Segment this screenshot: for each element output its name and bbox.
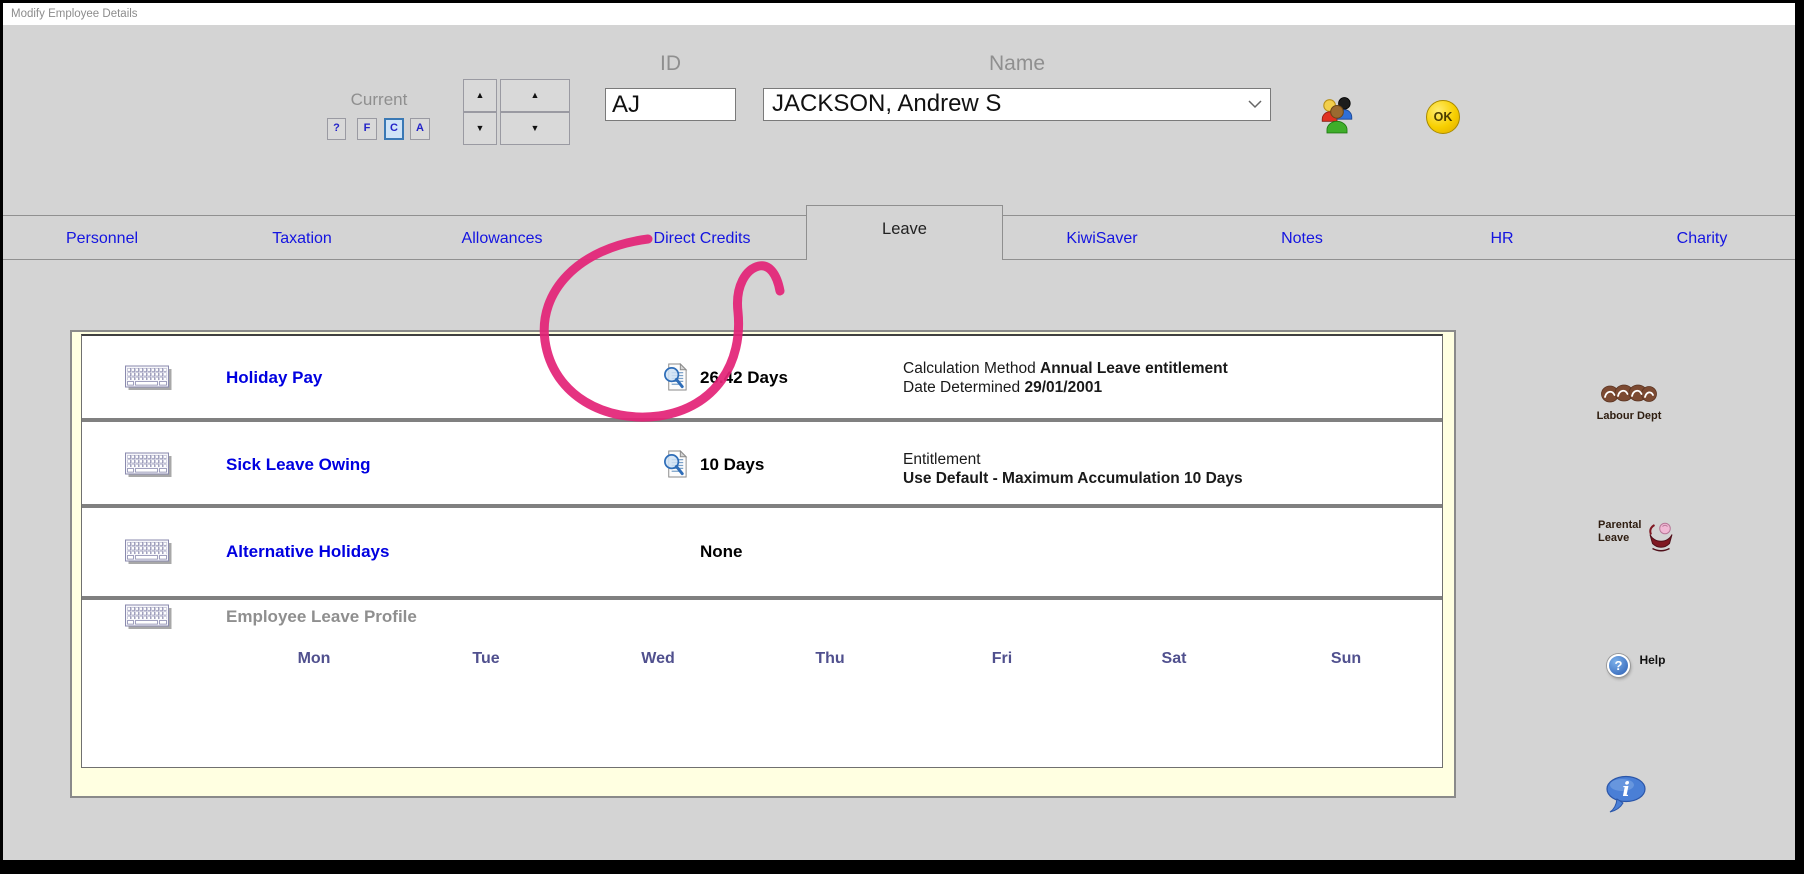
window-title: Modify Employee Details [11, 8, 138, 20]
tab-hr[interactable]: HR [1402, 222, 1602, 256]
labour-dept-button[interactable]: Labour Dept [1596, 384, 1662, 422]
row-divider [82, 504, 1442, 508]
id-label: ID [605, 52, 736, 76]
filter-a-button[interactable]: A [410, 118, 430, 140]
employee-group-icon[interactable] [1320, 96, 1354, 134]
record-page-down-button[interactable]: ▼ [500, 112, 570, 145]
tab-kiwisaver[interactable]: KiwiSaver [1002, 222, 1202, 256]
up-arrow-icon: ▲ [476, 90, 485, 100]
name-label: Name [763, 52, 1271, 76]
record-page-up-button[interactable]: ▲ [500, 79, 570, 112]
current-label: Current [347, 90, 411, 110]
keyboard-edit-icon[interactable] [124, 452, 173, 478]
day-header-tue: Tue [400, 650, 572, 668]
holiday-pay-detail: Calculation Method Annual Leave entitlem… [903, 359, 1228, 397]
window-titlebar: Modify Employee Details [3, 3, 1795, 25]
filter-unknown-button[interactable]: ? [327, 118, 346, 140]
date-determined-value: 29/01/2001 [1024, 379, 1102, 396]
ok-button[interactable]: OK [1426, 100, 1460, 134]
tab-leave-active[interactable]: Leave [806, 205, 1003, 260]
chevron-down-icon [1248, 100, 1262, 109]
calculation-method-value: Annual Leave entitlement [1040, 360, 1228, 377]
filter-f-button[interactable]: F [357, 118, 377, 140]
day-header-sun: Sun [1260, 650, 1432, 668]
name-combobox[interactable]: JACKSON, Andrew S [763, 88, 1271, 121]
help-label: Help [1639, 653, 1665, 667]
row-divider [82, 596, 1442, 600]
record-down-button[interactable]: ▼ [463, 112, 497, 145]
info-glyph: i [1622, 777, 1630, 801]
sick-leave-detail: Entitlement Use Default - Maximum Accumu… [903, 450, 1243, 488]
name-value: JACKSON, Andrew S [772, 90, 1001, 117]
day-header-mon: Mon [228, 650, 400, 668]
tab-taxation[interactable]: Taxation [202, 222, 402, 256]
magnifier-document-icon[interactable] [662, 450, 689, 479]
holiday-pay-link[interactable]: Holiday Pay [226, 368, 586, 388]
day-header-sat: Sat [1088, 650, 1260, 668]
alternative-holidays-link[interactable]: Alternative Holidays [226, 542, 586, 562]
help-button[interactable]: ? Help [1607, 653, 1665, 677]
parental-leave-label: Parental Leave [1598, 519, 1641, 545]
keyboard-edit-icon[interactable] [124, 365, 173, 391]
app-window: Modify Employee Details Current ? F C A … [0, 0, 1804, 874]
record-up-button[interactable]: ▲ [463, 79, 497, 112]
entitlement-label: Entitlement [903, 451, 981, 468]
week-day-headers: Mon Tue Wed Thu Fri Sat Sun [228, 650, 1432, 668]
tab-notes[interactable]: Notes [1202, 222, 1402, 256]
date-determined-label: Date Determined [903, 379, 1024, 396]
tab-charity[interactable]: Charity [1602, 222, 1802, 256]
filter-c-button[interactable]: C [384, 118, 404, 140]
labour-dept-koru-icon [1601, 384, 1657, 405]
entitlement-value: Use Default - Maximum Accumulation 10 Da… [903, 470, 1243, 487]
employee-leave-profile-label: Employee Leave Profile [226, 607, 417, 627]
keyboard-edit-icon[interactable] [124, 539, 173, 565]
up-arrow-icon: ▲ [531, 90, 540, 100]
id-input[interactable] [605, 88, 736, 121]
day-header-wed: Wed [572, 650, 744, 668]
sick-leave-link[interactable]: Sick Leave Owing [226, 455, 586, 475]
info-bubble-icon[interactable]: i [1604, 775, 1650, 817]
tab-allowances[interactable]: Allowances [402, 222, 602, 256]
parental-leave-button[interactable]: Parental Leave [1598, 519, 1674, 552]
cradle-icon [1648, 521, 1674, 552]
help-question-icon: ? [1607, 654, 1630, 677]
tab-direct-credits[interactable]: Direct Credits [602, 222, 802, 256]
labour-dept-label: Labour Dept [1596, 410, 1662, 422]
holiday-pay-value: 26.42 Days [700, 368, 788, 388]
calculation-method-label: Calculation Method [903, 360, 1040, 377]
alternative-holidays-value: None [700, 542, 743, 562]
magnifier-document-icon[interactable] [662, 363, 689, 392]
day-header-thu: Thu [744, 650, 916, 668]
keyboard-edit-icon[interactable] [124, 604, 173, 630]
sick-leave-value: 10 Days [700, 455, 764, 475]
day-header-fri: Fri [916, 650, 1088, 668]
down-arrow-icon: ▼ [531, 123, 540, 133]
row-divider [82, 418, 1442, 422]
down-arrow-icon: ▼ [476, 123, 485, 133]
tab-personnel[interactable]: Personnel [2, 222, 202, 256]
